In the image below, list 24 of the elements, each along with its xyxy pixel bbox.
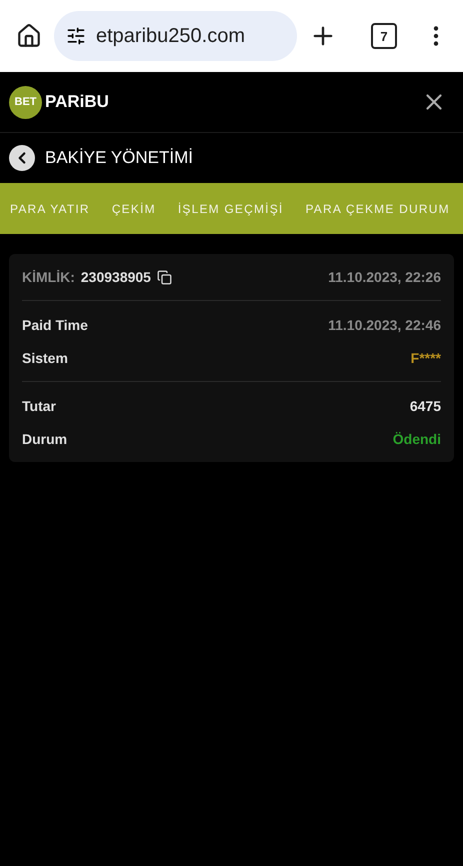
field-label: Durum (22, 430, 68, 446)
created-date: 11.10.2023, 22:26 (328, 269, 441, 285)
field-label: Paid Time (22, 316, 88, 332)
nav-tab[interactable]: ÇEKİM (112, 202, 156, 216)
field-value: 6475 (410, 398, 441, 414)
field-value: 11.10.2023, 22:46 (328, 316, 441, 332)
logo-badge: BET (9, 86, 42, 118)
nav-tab[interactable]: PARA YATIR (10, 202, 90, 216)
field-label: Tutar (22, 398, 56, 414)
nav-tab[interactable]: PARA ÇEKME DURUM (305, 202, 450, 216)
nav-tab[interactable]: İŞLEM GEÇMİŞİ (178, 202, 284, 216)
field-value: F**** (410, 350, 441, 366)
logo-text: PARiBU (45, 92, 109, 112)
home-icon[interactable] (16, 23, 42, 49)
field-value: Ödendi (392, 430, 441, 446)
copy-icon[interactable] (156, 270, 172, 284)
back-button[interactable] (9, 145, 35, 171)
field-label: Sistem (22, 350, 68, 366)
tab-count[interactable]: 7 (371, 23, 397, 49)
id-label: KİMLİK: (22, 269, 75, 285)
page-title: BAKİYE YÖNETİMİ (45, 148, 194, 168)
site-settings-icon[interactable] (66, 26, 86, 46)
address-bar[interactable]: etparibu250.com (54, 11, 297, 61)
id-value: 230938905 (80, 269, 151, 285)
